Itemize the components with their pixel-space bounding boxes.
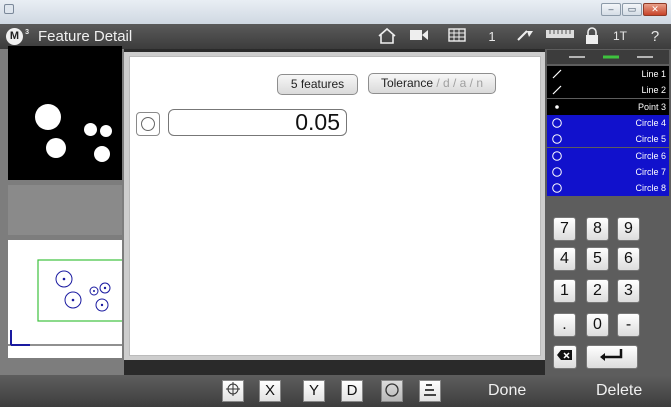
tolerance-value-field[interactable]: 0.05 — [168, 109, 347, 136]
app-window: – ▭ ✕ M 3 Feature Detail 1 1T ? 5 featur… — [0, 0, 671, 407]
circle-button[interactable] — [381, 380, 403, 402]
line-icon — [551, 66, 563, 82]
enter-key[interactable] — [586, 345, 638, 369]
home-icon[interactable] — [376, 27, 398, 46]
keypad-key[interactable]: 2 — [586, 279, 609, 303]
part-view-drawing — [8, 259, 125, 346]
keypad-key[interactable]: 4 — [553, 247, 576, 271]
blob-small — [84, 123, 97, 136]
panel-separator — [8, 185, 122, 235]
line-icon — [551, 82, 563, 98]
tolerance-label: Tolerance — [380, 76, 433, 90]
app-logo: M 3 — [6, 28, 29, 45]
bottom-toolbar: X Y D Done Delete — [0, 375, 671, 407]
circle-icon — [551, 131, 563, 147]
table-icon[interactable] — [446, 27, 468, 46]
feature-label: Circle 8 — [635, 183, 666, 194]
keypad-key[interactable]: 5 — [586, 247, 609, 271]
feature-label: Circle 7 — [635, 166, 666, 177]
window-chrome: – ▭ ✕ — [0, 0, 671, 24]
keypad-key[interactable]: 6 — [617, 247, 640, 271]
features-button[interactable]: 5 features — [277, 74, 358, 95]
keypad-key[interactable]: 8 — [586, 217, 609, 241]
keypad-key[interactable]: 3 — [617, 279, 640, 303]
backspace-key[interactable] — [553, 345, 577, 369]
feature-list-item[interactable]: Circle 8 — [547, 180, 669, 197]
feature-label: Circle 4 — [635, 117, 666, 128]
feature-list-item[interactable]: Circle 4 — [547, 114, 669, 131]
video-icon[interactable] — [407, 27, 431, 46]
tolerance-button[interactable]: Tolerance / d / a / n — [368, 73, 496, 94]
circle-icon — [551, 115, 563, 131]
feature-list-item[interactable]: Circle 5 — [547, 131, 669, 148]
keypad-key[interactable]: - — [617, 313, 640, 337]
probe-label[interactable]: 1T — [611, 27, 629, 46]
feature-type-checkbox[interactable] — [136, 112, 160, 136]
keypad-key[interactable]: 7 — [553, 217, 576, 241]
feature-list-item[interactable]: Circle 6 — [547, 147, 669, 164]
part-view[interactable] — [8, 240, 125, 358]
blob-large — [35, 104, 61, 130]
feature-label: Line 1 — [641, 69, 666, 79]
logo-letter: M — [9, 30, 20, 42]
d-button[interactable]: D — [341, 380, 363, 402]
x-button[interactable]: X — [259, 380, 281, 402]
logo-superscript: 3 — [25, 29, 29, 36]
feature-list-item[interactable]: Circle 7 — [547, 163, 669, 180]
window-controls: – ▭ ✕ — [601, 3, 667, 16]
feature-list-item[interactable]: Point 3 — [547, 98, 669, 115]
page-title: Feature Detail — [38, 28, 133, 45]
delete-button[interactable]: Delete — [596, 382, 642, 400]
count-label: 1 — [488, 29, 496, 44]
lock-icon[interactable] — [583, 27, 601, 46]
list-header-tabs-icon — [569, 55, 653, 59]
maximize-button[interactable]: ▭ — [622, 3, 642, 16]
detail-panel — [129, 56, 541, 356]
circle-icon — [551, 180, 563, 196]
feature-label: Line 2 — [641, 85, 666, 96]
minimize-button[interactable]: – — [601, 3, 621, 16]
close-button[interactable]: ✕ — [643, 3, 667, 16]
feature-label: Circle 6 — [635, 150, 666, 161]
help-button[interactable]: ? — [648, 27, 662, 46]
blob-medium — [46, 138, 66, 158]
feature-list-item[interactable]: Line 2 — [547, 82, 669, 99]
edge-tool-icon[interactable] — [514, 27, 538, 46]
circle-icon — [551, 164, 563, 180]
keypad-key[interactable]: 1 — [553, 279, 576, 303]
done-button[interactable]: Done — [488, 382, 526, 400]
keypad-key[interactable]: . — [553, 313, 576, 337]
tolerance-options: / d / a / n — [433, 76, 484, 90]
feature-list-item[interactable]: Line 1 — [547, 66, 669, 82]
camera-view[interactable] — [8, 46, 122, 180]
keypad-key[interactable]: 0 — [586, 313, 609, 337]
feature-list-header — [547, 50, 669, 64]
precision-icon[interactable] — [419, 380, 441, 402]
y-button[interactable]: Y — [303, 380, 325, 402]
feature-label: Circle 5 — [635, 134, 666, 145]
blob-small — [94, 146, 110, 162]
keypad-key[interactable]: 9 — [617, 217, 640, 241]
crosshair-button[interactable] — [222, 380, 244, 402]
circle-icon — [141, 117, 155, 131]
ruler-icon[interactable] — [545, 27, 575, 46]
feature-label: Point 3 — [637, 101, 666, 112]
point-icon — [551, 99, 563, 115]
blob-small — [100, 125, 112, 137]
system-menu-icon[interactable] — [4, 4, 14, 14]
circle-icon — [551, 148, 563, 164]
